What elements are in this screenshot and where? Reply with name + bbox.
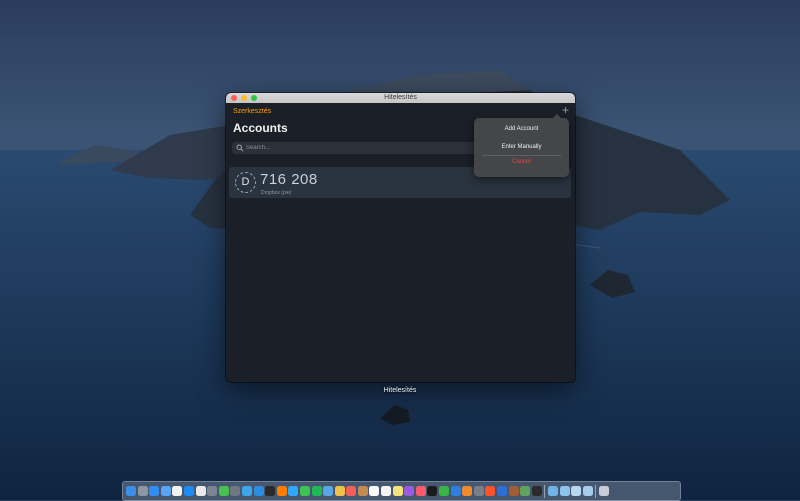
otp-code[interactable]: 716 208 [260, 171, 318, 188]
enter-manually-item[interactable]: Enter Manually [474, 144, 569, 150]
photos-icon[interactable] [334, 486, 345, 496]
app-store-icon[interactable] [183, 486, 194, 496]
migration-icon[interactable] [230, 486, 241, 496]
illustrator-icon[interactable] [276, 486, 287, 496]
account-avatar: D [235, 172, 256, 193]
terminal-icon[interactable] [265, 486, 276, 496]
authenticator-icon[interactable] [497, 486, 507, 496]
desktop-folder-icon[interactable] [571, 486, 582, 496]
music-icon[interactable] [415, 486, 426, 496]
dock-tooltip: Hitelesítés [383, 387, 417, 394]
calendar-icon[interactable] [172, 486, 183, 496]
search-icon [236, 144, 244, 152]
stickies-icon[interactable] [241, 486, 252, 496]
system-preferences-icon[interactable] [207, 486, 218, 496]
popover-arrow [553, 114, 561, 118]
page-title: Accounts [233, 121, 288, 135]
messages-green-icon[interactable] [218, 486, 229, 496]
title-bar[interactable]: Hitelesítés [226, 93, 575, 103]
books-icon[interactable] [357, 486, 368, 496]
dock-separator [595, 484, 597, 498]
photoshop-icon[interactable] [288, 486, 299, 496]
notes-icon[interactable] [381, 486, 392, 496]
brave-icon[interactable] [485, 486, 496, 496]
screenshot-icon[interactable] [473, 486, 484, 496]
calendar-date-icon[interactable] [369, 486, 380, 496]
dock-separator [544, 484, 546, 498]
edit-button[interactable]: Szerkesztés [233, 108, 271, 115]
trash-icon[interactable] [598, 486, 609, 496]
safari-icon[interactable] [149, 486, 160, 496]
facetime-icon[interactable] [299, 486, 310, 496]
add-icon[interactable]: + [562, 104, 569, 116]
add-account-item[interactable]: Add Account [474, 126, 569, 132]
globe-icon[interactable] [323, 486, 334, 496]
spotify-icon[interactable] [311, 486, 322, 496]
downloads-folder-icon[interactable] [559, 486, 570, 496]
chrome-icon[interactable] [195, 486, 206, 496]
tv-icon[interactable] [427, 486, 438, 496]
game-icon[interactable] [508, 486, 519, 496]
pages-icon[interactable] [462, 486, 473, 496]
keynote-icon[interactable] [450, 486, 461, 496]
documents-folder-icon[interactable] [582, 486, 593, 496]
folder-icon[interactable] [547, 486, 558, 496]
add-account-menu: Add Account Enter Manually Cancel [474, 114, 569, 177]
dock [122, 481, 681, 501]
numbers-icon[interactable] [439, 486, 450, 496]
menu-divider [482, 155, 561, 156]
account-name: Dropbox (pie) [261, 190, 292, 196]
stickies-yellow-icon[interactable] [392, 486, 403, 496]
tinder-icon[interactable] [346, 486, 357, 496]
preview-icon[interactable] [253, 486, 264, 496]
activity-icon[interactable] [531, 486, 542, 496]
launchpad-icon[interactable] [137, 486, 148, 496]
cancel-item[interactable]: Cancel [474, 159, 569, 165]
chess-icon[interactable] [520, 486, 531, 496]
podcasts-icon[interactable] [404, 486, 415, 496]
window-title: Hitelesítés [384, 94, 417, 101]
finder-icon[interactable] [126, 486, 136, 496]
mail-icon[interactable] [160, 486, 171, 496]
